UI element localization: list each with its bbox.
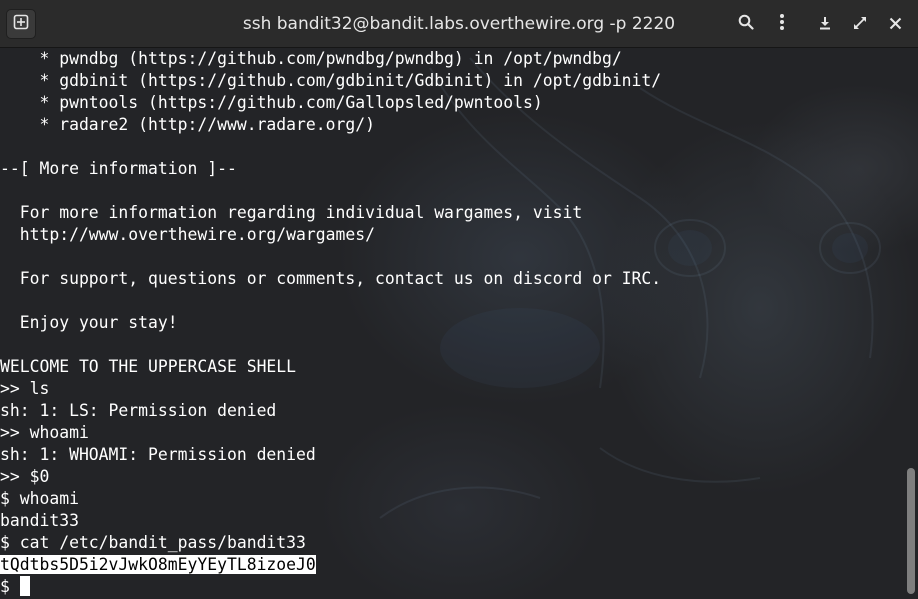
menu-button[interactable] xyxy=(768,10,796,38)
line-text: >> whoami xyxy=(0,423,89,442)
output-line: WELCOME TO THE UPPERCASE SHELL xyxy=(0,356,661,378)
line-text: bandit33 xyxy=(0,511,79,530)
output-line: --[ More information ]-- xyxy=(0,158,661,180)
line-text: For more information regarding individua… xyxy=(0,203,583,222)
output-line: * pwntools (https://github.com/Gallopsle… xyxy=(0,92,661,114)
output-line xyxy=(0,180,661,202)
text-cursor xyxy=(19,576,30,596)
output-line: http://www.overthewire.org/wargames/ xyxy=(0,224,661,246)
prompt-line[interactable]: $ xyxy=(0,576,661,598)
terminal-window: ssh bandit32@bandit.labs.overthewire.org… xyxy=(0,0,918,599)
line-text: sh: 1: WHOAMI: Permission denied xyxy=(0,445,316,464)
menu-icon xyxy=(779,13,785,35)
output-line: >> $0 xyxy=(0,466,661,488)
line-text: http://www.overthewire.org/wargames/ xyxy=(0,225,375,244)
search-button[interactable] xyxy=(732,10,760,38)
download-icon xyxy=(818,15,832,34)
output-line xyxy=(0,136,661,158)
output-line xyxy=(0,334,661,356)
shell-prompt: $ xyxy=(0,577,10,596)
line-text: >> ls xyxy=(0,379,50,398)
output-line: $ whoami xyxy=(0,488,661,510)
line-text: sh: 1: LS: Permission denied xyxy=(0,401,277,420)
close-icon xyxy=(889,15,902,34)
maximize-button[interactable] xyxy=(846,10,874,38)
window-title: ssh bandit32@bandit.labs.overthewire.org… xyxy=(242,14,676,34)
header-bar: ssh bandit32@bandit.labs.overthewire.org… xyxy=(0,0,918,48)
line-text: For support, questions or comments, cont… xyxy=(0,269,662,288)
line-text: >> $0 xyxy=(0,467,50,486)
output-line: >> ls xyxy=(0,378,661,400)
output-line: $ cat /etc/bandit_pass/bandit33 xyxy=(0,532,661,554)
output-line xyxy=(0,290,661,312)
terminal-output: * pwndbg (https://github.com/pwndbg/pwnd… xyxy=(0,48,661,598)
terminal-view[interactable]: * pwndbg (https://github.com/pwndbg/pwnd… xyxy=(0,48,918,599)
line-text: * pwntools (https://github.com/Gallopsle… xyxy=(0,93,543,112)
output-line: sh: 1: WHOAMI: Permission denied xyxy=(0,444,661,466)
selected-password-text[interactable]: tQdtbs5D5i2vJwkO8mEyYEyTL8izoeJ0 xyxy=(0,555,316,574)
output-line: sh: 1: LS: Permission denied xyxy=(0,400,661,422)
line-text: * pwndbg (https://github.com/pwndbg/pwnd… xyxy=(0,49,622,68)
minimize-button[interactable] xyxy=(811,10,839,38)
close-button[interactable] xyxy=(881,10,909,38)
maximize-icon xyxy=(853,15,867,34)
output-line: * gdbinit (https://github.com/gdbinit/Gd… xyxy=(0,70,661,92)
line-text: WELCOME TO THE UPPERCASE SHELL xyxy=(0,357,297,376)
output-line: * radare2 (http://www.radare.org/) xyxy=(0,114,661,136)
output-line: bandit33 xyxy=(0,510,661,532)
search-icon xyxy=(738,14,754,34)
line-text: * radare2 (http://www.radare.org/) xyxy=(0,115,375,134)
output-line: * pwndbg (https://github.com/pwndbg/pwnd… xyxy=(0,48,661,70)
new-tab-icon xyxy=(13,14,29,34)
line-text: * gdbinit (https://github.com/gdbinit/Gd… xyxy=(0,71,662,90)
output-line: >> whoami xyxy=(0,422,661,444)
output-line xyxy=(0,246,661,268)
scrollbar-thumb[interactable] xyxy=(907,468,915,594)
output-line: Enjoy your stay! xyxy=(0,312,661,334)
line-text: Enjoy your stay! xyxy=(0,313,178,332)
new-tab-button[interactable] xyxy=(6,9,36,39)
selected-output-line[interactable]: tQdtbs5D5i2vJwkO8mEyYEyTL8izoeJ0 xyxy=(0,554,661,576)
output-line: For support, questions or comments, cont… xyxy=(0,268,661,290)
line-text: --[ More information ]-- xyxy=(0,159,237,178)
output-line: For more information regarding individua… xyxy=(0,202,661,224)
line-text: $ cat /etc/bandit_pass/bandit33 xyxy=(0,533,306,552)
line-text: $ whoami xyxy=(0,489,79,508)
